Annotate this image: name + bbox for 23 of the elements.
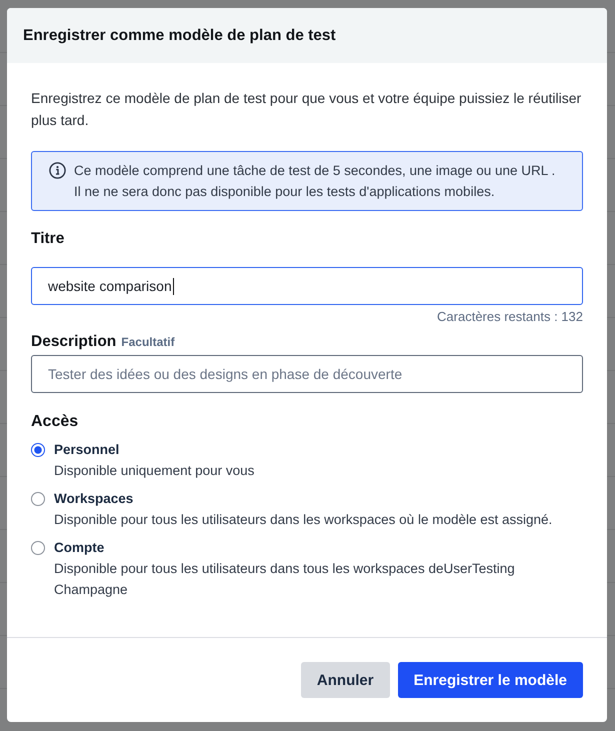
info-icon [49, 162, 66, 179]
dialog-title: Enregistrer comme modèle de plan de test [23, 26, 336, 44]
optional-tag: Facultatif [121, 335, 175, 349]
radio-button[interactable] [31, 443, 45, 457]
option-label: Personnel [54, 441, 120, 459]
save-button[interactable]: Enregistrer le modèle [398, 662, 583, 698]
section-label: Accès [31, 413, 80, 431]
option-description: Disponible uniquement pour vous [54, 462, 254, 480]
intro-text: Enregistrez ce modèle de plan de test pour que vous et votre équipe puissiez le réutiliser plus tard. [31, 89, 582, 130]
character-counter: Caractères restants : 132 [437, 309, 583, 324]
option-description: Disponible pour tous les utilisateurs dans tous les workspaces deUserTesting Champagne [54, 560, 516, 599]
option-label: Workspaces [54, 490, 134, 508]
field-label: Description [31, 333, 116, 351]
text-input[interactable]: Tester des idées ou des designs en phase de découverte [31, 355, 583, 393]
cancel-button[interactable]: Annuler [300, 662, 390, 698]
text-cursor-icon [172, 278, 174, 294]
radio-button[interactable] [31, 541, 45, 555]
option-label: Compte [54, 539, 106, 557]
option-description: Disponible pour tous les utilisateurs dans les workspaces où le modèle est assigné. [54, 511, 552, 529]
radio-button[interactable] [31, 492, 45, 506]
field-label: Titre [31, 230, 64, 248]
info-text: Ce modèle comprend une tâche de test de 5 secondes, une image ou une URL . Il ne ne sera donc pas disponible pour les tests d'applications mobiles. [74, 162, 556, 201]
text-input[interactable]: website comparison [31, 267, 583, 305]
